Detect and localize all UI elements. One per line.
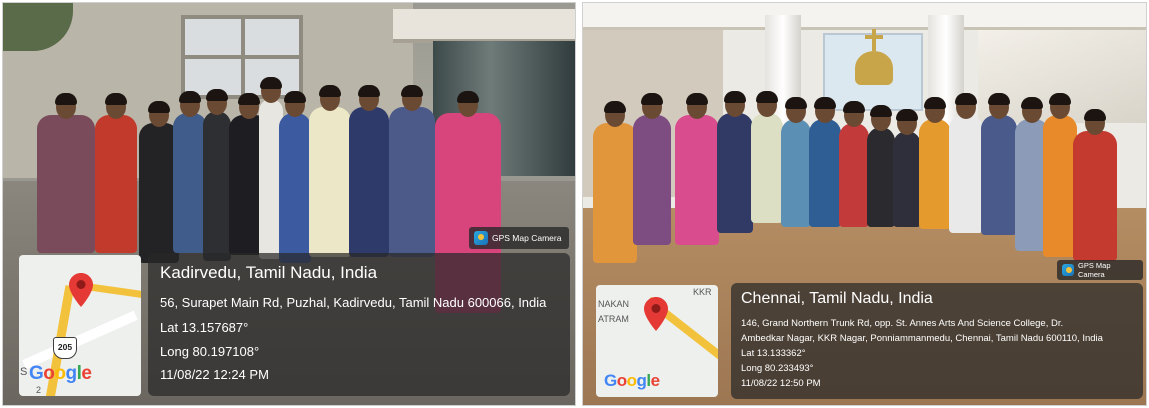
longitude: Long 80.197108° xyxy=(160,344,260,359)
location-address-line2: Ambedkar Nagar, KKR Nagar, Ponniammanmed… xyxy=(741,333,1103,344)
location-info-overlay: Kadirvedu, Tamil Nadu, India 56, Surapet… xyxy=(148,253,570,396)
entrance-canopy xyxy=(393,9,575,43)
person xyxy=(717,91,753,233)
latitude: Lat 13.157687° xyxy=(160,320,249,335)
person xyxy=(633,93,671,245)
location-title: Kadirvedu, Tamil Nadu, India xyxy=(160,263,378,282)
building-window xyxy=(181,15,303,99)
person xyxy=(593,101,637,263)
location-title: Chennai, Tamil Nadu, India xyxy=(741,290,933,307)
person xyxy=(1073,109,1117,261)
map-label: S xyxy=(20,366,28,378)
right-geotagged-photo: NAKAN ATRAM KKR Google GPS Map Camera Ch… xyxy=(582,2,1147,406)
map-label: ATRAM xyxy=(598,314,629,324)
person xyxy=(37,93,95,253)
latitude: Lat 13.133362° xyxy=(741,348,806,359)
person xyxy=(173,91,207,253)
person xyxy=(919,97,951,229)
location-address-line1: 146, Grand Northern Trunk Rd, opp. St. A… xyxy=(741,318,1064,329)
google-logo: Google xyxy=(604,371,660,390)
location-map-thumbnail: 205 S 2 Google xyxy=(19,255,141,396)
gps-camera-label: GPS Map Camera xyxy=(492,233,562,243)
cross-icon xyxy=(865,35,883,39)
person xyxy=(839,101,869,227)
map-label: KKR xyxy=(693,287,712,297)
location-pin-icon xyxy=(69,273,93,307)
gps-camera-badge: GPS Map Camera xyxy=(469,227,569,249)
person xyxy=(867,105,895,227)
left-geotagged-photo: 205 S 2 Google GPS Map Camera Kadirvedu,… xyxy=(2,2,576,406)
longitude: Long 80.233493° xyxy=(741,363,814,374)
person xyxy=(349,85,389,257)
person xyxy=(95,93,137,253)
golden-dome xyxy=(855,51,893,85)
person xyxy=(1043,93,1077,257)
person xyxy=(203,89,231,261)
person xyxy=(981,93,1017,235)
person xyxy=(949,93,983,233)
location-map-thumbnail: NAKAN ATRAM KKR Google xyxy=(596,285,718,397)
map-road xyxy=(22,310,138,370)
person xyxy=(781,97,811,227)
location-info-overlay: Chennai, Tamil Nadu, India 146, Grand No… xyxy=(731,283,1143,399)
cross-icon xyxy=(872,29,876,51)
person xyxy=(309,85,351,257)
timestamp: 11/08/22 12:24 PM xyxy=(160,367,269,382)
location-address: 56, Surapet Main Rd, Puzhal, Kadirvedu, … xyxy=(160,295,547,310)
ceiling xyxy=(583,3,1146,30)
route-shield: 205 xyxy=(53,337,77,359)
map-label: 2 xyxy=(36,385,42,395)
person xyxy=(809,97,841,227)
gps-camera-icon xyxy=(1062,264,1074,276)
gps-camera-label: GPS Map Camera xyxy=(1078,261,1111,279)
person xyxy=(751,91,783,223)
person xyxy=(279,91,311,263)
location-pin-icon xyxy=(644,297,668,331)
gps-camera-badge: GPS Map Camera xyxy=(1057,260,1143,280)
person xyxy=(893,109,921,227)
gps-camera-icon xyxy=(474,231,488,245)
map-label: NAKAN xyxy=(598,299,630,309)
timestamp: 11/08/22 12:50 PM xyxy=(741,378,821,389)
google-logo: Google xyxy=(29,363,92,384)
person xyxy=(675,93,719,245)
person xyxy=(389,85,435,257)
